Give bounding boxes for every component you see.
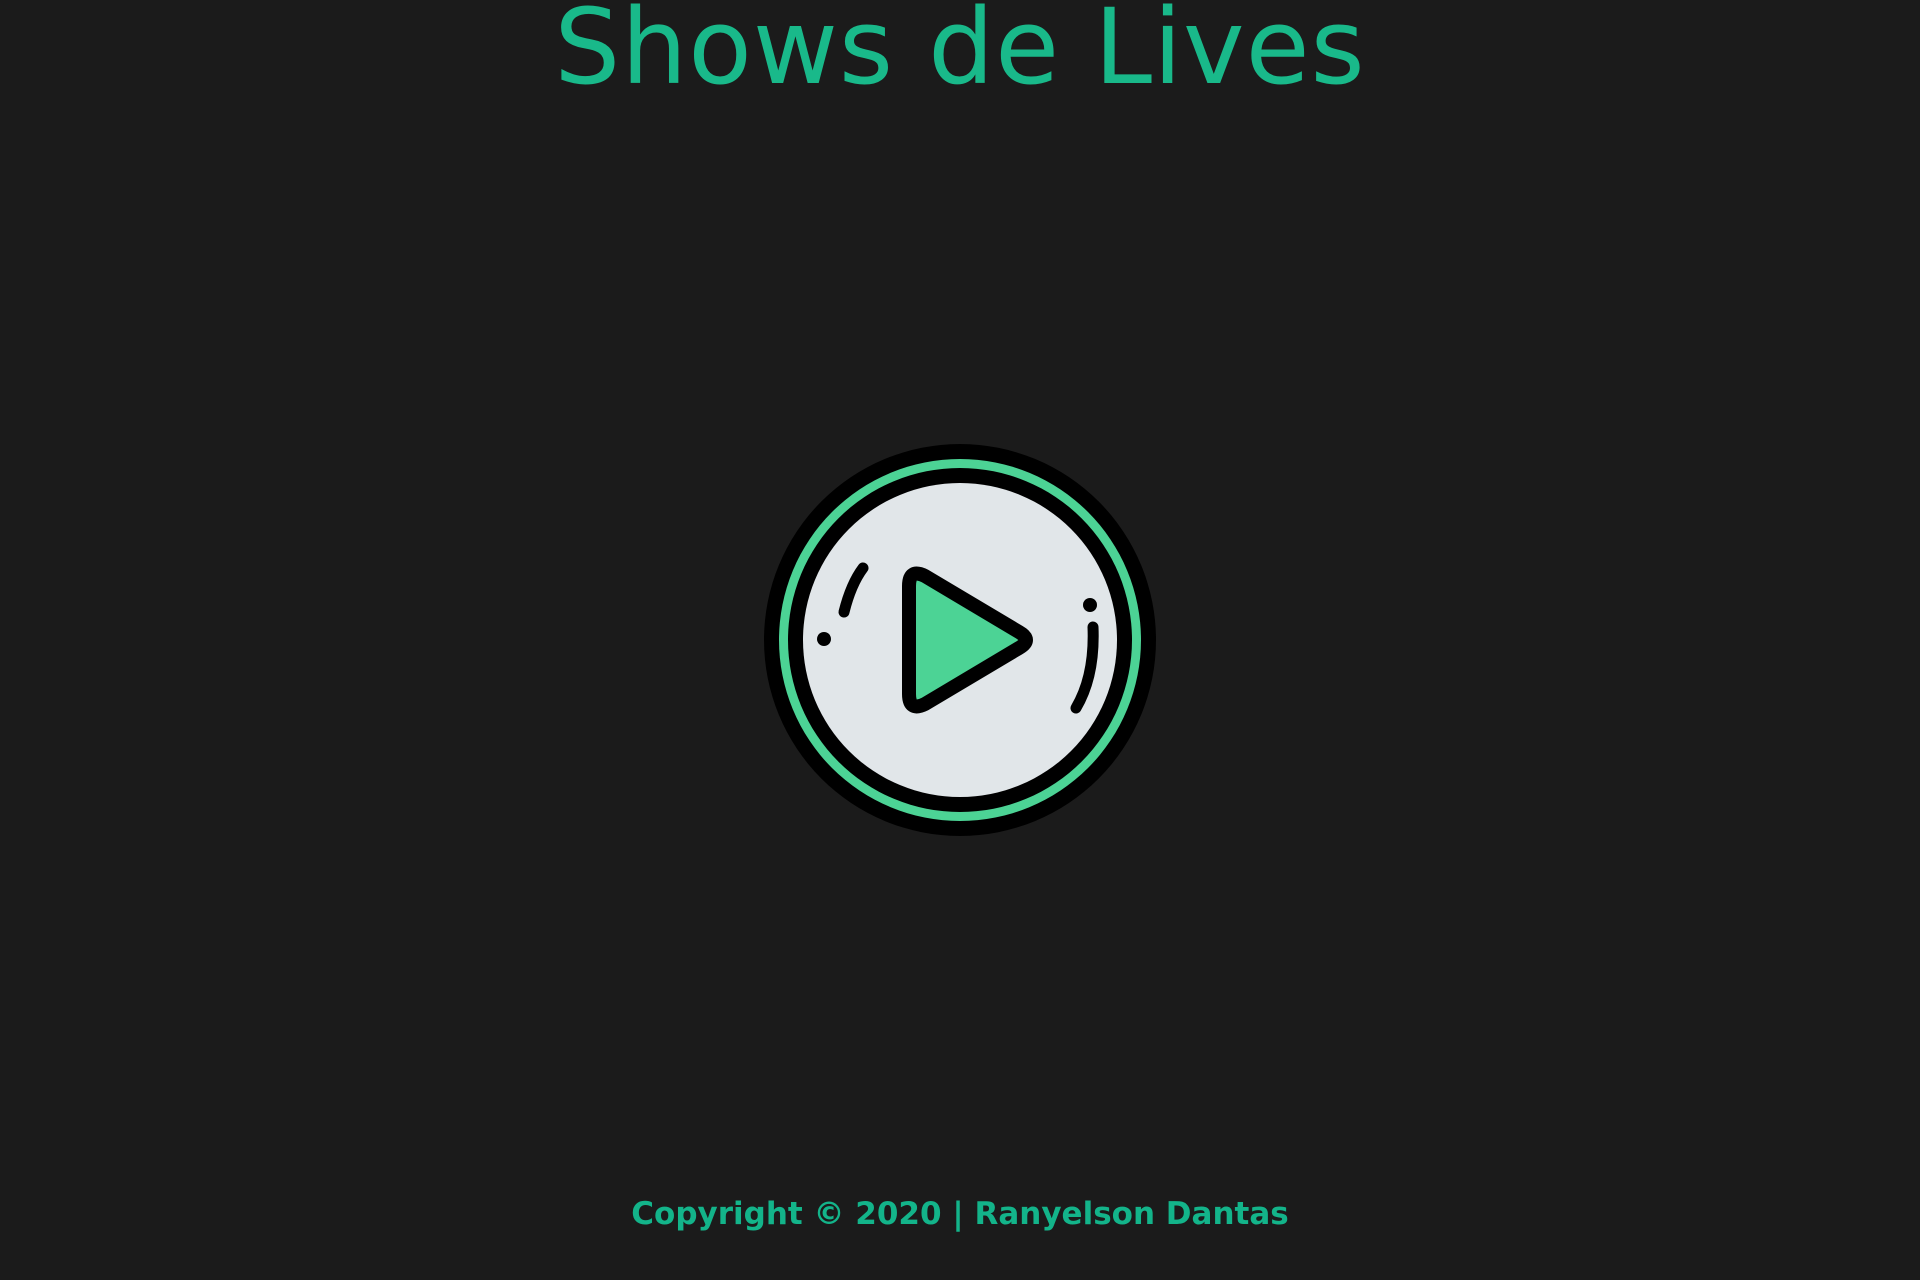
play-circle-icon [764, 444, 1156, 836]
page-title: Shows de Lives [554, 0, 1366, 108]
play-button[interactable] [762, 442, 1158, 838]
page: Shows de Lives Copyright © 2020 | Ranyel… [0, 0, 1920, 1280]
footer-copyright: Copyright © 2020 | Ranyelson Dantas [631, 1196, 1289, 1232]
